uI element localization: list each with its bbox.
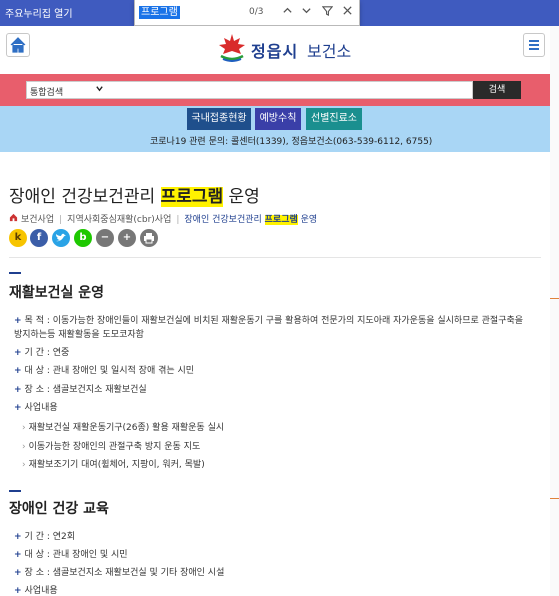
home-icon[interactable]: [9, 213, 18, 222]
list-item: + 기 간 : 연2회: [14, 532, 76, 542]
zoom-in-icon[interactable]: +: [118, 229, 136, 247]
list-item: + 대 상 : 관내 장애인 및 일시적 장애 겪는 시민: [14, 366, 195, 376]
band-icon[interactable]: b: [74, 229, 92, 247]
plus-bullet-icon: +: [14, 366, 22, 376]
section-marker: [9, 272, 21, 274]
arrow-bullet-icon: ›: [22, 442, 26, 452]
plus-bullet-icon: +: [14, 550, 22, 560]
section-marker: [9, 490, 21, 492]
find-next-icon[interactable]: [298, 5, 314, 21]
kakaostory-icon[interactable]: k: [9, 229, 27, 247]
divider: [9, 257, 541, 258]
zoom-out-icon[interactable]: −: [96, 229, 114, 247]
print-icon[interactable]: [140, 229, 158, 247]
page: 주요누리집 열기 프로그램 0/3 정읍시 보건소 통합검색 검색 국내접종현황…: [0, 0, 559, 596]
search-band: 통합검색 검색: [0, 74, 550, 106]
find-close-icon[interactable]: [339, 5, 355, 21]
twitter-icon[interactable]: [52, 229, 70, 247]
hamburger-menu-icon: [529, 40, 539, 50]
home-button[interactable]: [6, 33, 30, 57]
main-content: 장애인 건강보건관리 프로그램 운영 보건사업 | 지역사회중심재활(cbr)사업 |…: [0, 152, 550, 596]
breadcrumb: 보건사업 | 지역사회중심재활(cbr)사업 | 장애인 건강보건관리 프로그램 운영: [9, 212, 317, 225]
search-highlight: 프로그램: [264, 215, 298, 225]
scrollbar-find-marker: [550, 298, 559, 299]
scrollbar-find-marker: [550, 498, 559, 499]
plus-bullet-icon: +: [14, 348, 22, 358]
section-title: 장애인 건강 교육: [9, 501, 109, 517]
section-title: 재활보건실 운영: [9, 285, 105, 301]
plus-bullet-icon: +: [14, 316, 22, 326]
quick-link-prevention-rules[interactable]: 예방수칙: [255, 108, 301, 130]
find-previous-icon[interactable]: [279, 5, 295, 21]
sub-list-item: › 재활보건실 재활운동기구(26종) 활용 재활운동 실시: [22, 423, 225, 433]
logo-office: 보건소: [307, 42, 352, 61]
list-item: + 기 간 : 연중: [14, 348, 70, 358]
find-filter-icon[interactable]: [319, 5, 335, 21]
list-item: + 장 소 : 샘골보건지소 재활보건실 및 기타 장애인 시설: [14, 568, 225, 578]
list-item: + 사업내용: [14, 586, 58, 596]
search-button[interactable]: 검색: [473, 81, 521, 99]
arrow-bullet-icon: ›: [22, 423, 26, 433]
page-title: 장애인 건강보건관리 프로그램 운영: [9, 187, 260, 207]
plus-bullet-icon: +: [14, 385, 22, 395]
plus-bullet-icon: +: [14, 568, 22, 578]
find-input[interactable]: 프로그램: [139, 6, 180, 19]
quick-link-vaccination-status[interactable]: 국내접종현황: [187, 108, 251, 130]
maple-leaf-logo-icon: [219, 34, 245, 62]
arrow-bullet-icon: ›: [22, 460, 26, 470]
menu-button[interactable]: [523, 33, 545, 57]
breadcrumb-current: 장애인 건강보건관리 프로그램 운영: [184, 215, 318, 225]
facebook-icon[interactable]: f: [30, 229, 48, 247]
list-item: + 사업내용: [14, 403, 58, 413]
search-scope-select[interactable]: 통합검색: [30, 85, 63, 98]
site-header: 정읍시 보건소: [0, 26, 559, 70]
breadcrumb-item[interactable]: 지역사회중심재활(cbr)사업: [67, 215, 171, 225]
skip-link[interactable]: 주요누리집 열기: [5, 5, 73, 20]
plus-bullet-icon: +: [14, 403, 22, 413]
list-item: + 대 상 : 관내 장애인 및 시민: [14, 550, 128, 560]
find-bar: 프로그램 0/3: [134, 0, 360, 26]
breadcrumb-item[interactable]: 보건사업: [21, 215, 54, 225]
plus-bullet-icon: +: [14, 532, 22, 542]
list-item: + 목 적 : 이동가능한 장애인들이 재활보건실에 비치된 재활운동기 구를 활…: [14, 316, 524, 340]
list-item: + 장 소 : 샘골보건지소 재활보건실: [14, 385, 147, 395]
search-input[interactable]: 통합검색: [26, 81, 473, 99]
find-count: 0/3: [249, 7, 264, 17]
quick-links-band: 국내접종현황 예방수칙 선별진료소 코로나19 관련 문의: 콜센터(1339)…: [0, 106, 550, 152]
plus-bullet-icon: +: [14, 586, 22, 596]
scrollbar[interactable]: [550, 26, 559, 596]
home-icon: [10, 37, 26, 53]
sub-list-item: › 재활보조기기 대여(휠체어, 지팡이, 워커, 목발): [22, 460, 205, 470]
logo-city: 정읍시: [251, 42, 299, 61]
search-highlight: 프로그램: [160, 187, 224, 207]
quick-link-screening-clinic[interactable]: 선별진료소: [306, 108, 362, 130]
covid-notice: 코로나19 관련 문의: 콜센터(1339), 정읍보건소(063-539-61…: [150, 137, 433, 147]
sub-list-item: › 이동가능한 장애인의 관절구축 방지 운동 지도: [22, 442, 201, 452]
chevron-down-icon: [95, 84, 104, 96]
site-logo[interactable]: 정읍시 보건소: [217, 32, 367, 62]
